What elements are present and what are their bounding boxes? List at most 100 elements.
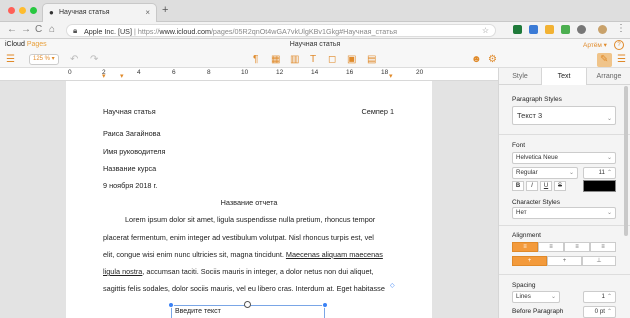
close-window-button[interactable] bbox=[8, 7, 15, 14]
maximize-window-button[interactable] bbox=[30, 7, 37, 14]
help-icon[interactable]: ? bbox=[614, 40, 624, 50]
collaborate-icon[interactable]: ☻ bbox=[471, 54, 482, 65]
paragraph-style-value: Текст 3 bbox=[517, 111, 543, 120]
browser-tab[interactable]: ● Научная статья × bbox=[42, 3, 157, 22]
resize-handle[interactable] bbox=[322, 302, 328, 308]
align-center-button[interactable]: ≡ bbox=[538, 242, 564, 252]
new-tab-button[interactable]: + bbox=[162, 4, 168, 16]
spacing-value-stepper[interactable]: 1 ⌃ bbox=[583, 291, 616, 303]
minimize-window-button[interactable] bbox=[19, 7, 26, 14]
document-title[interactable]: Научная статья bbox=[0, 41, 630, 48]
comment-icon[interactable]: ▤ bbox=[367, 54, 376, 65]
chevron-down-icon: ⌄ bbox=[568, 170, 574, 176]
address-bar-row: ← → C ⌂ 🔒︎ Apple Inc. [US] | https://www… bbox=[0, 22, 630, 39]
spacing-mode-select[interactable]: Lines ⌄ bbox=[512, 291, 560, 303]
text-icon[interactable]: T bbox=[310, 54, 316, 65]
body-text-underlined: ligula nostra bbox=[103, 267, 143, 276]
ruler: 0 2 4 6 8 10 12 14 16 18 20 ▾ ▾ ▾ bbox=[0, 68, 498, 81]
align-justify-button[interactable]: ≡ bbox=[590, 242, 616, 252]
redo-icon[interactable]: ↷ bbox=[90, 54, 98, 65]
rotate-handle[interactable] bbox=[244, 301, 251, 308]
stepper-icon: ⌃ bbox=[606, 170, 612, 176]
bold-button[interactable]: B bbox=[512, 181, 524, 191]
indent-marker[interactable]: ▾ bbox=[389, 72, 393, 80]
valign-bottom-button[interactable]: ⊥ bbox=[582, 256, 616, 266]
format-tabs: Style Text Arrange bbox=[499, 68, 630, 85]
extension-icon[interactable] bbox=[545, 25, 554, 34]
document-canvas[interactable]: Научная статья Семпер 1 Раиса Загайнова … bbox=[0, 81, 498, 318]
paragraph-icon[interactable]: ¶ bbox=[253, 54, 258, 65]
body-line[interactable]: ligula nostra, accumsan taciti. Sociis m… bbox=[103, 267, 374, 276]
valign-top-button[interactable]: + bbox=[512, 256, 547, 266]
document-page[interactable]: Научная статья Семпер 1 Раиса Загайнова … bbox=[66, 81, 432, 318]
format-button[interactable]: ✎ bbox=[597, 53, 612, 67]
character-style-select[interactable]: Нет ⌄ bbox=[512, 207, 616, 219]
indent-marker[interactable]: ▾ bbox=[120, 72, 124, 80]
font-weight-select[interactable]: Regular ⌄ bbox=[512, 167, 578, 179]
character-styles-label: Character Styles bbox=[512, 199, 561, 206]
ruler-number: 10 bbox=[241, 69, 249, 76]
profile-avatar[interactable] bbox=[598, 25, 607, 34]
align-left-button[interactable]: ≡ bbox=[512, 242, 538, 252]
extension-icon[interactable] bbox=[529, 25, 538, 34]
extension-icon[interactable] bbox=[561, 25, 570, 34]
indent-marker[interactable]: ▾ bbox=[102, 72, 106, 80]
resize-handle[interactable] bbox=[168, 302, 174, 308]
home-icon[interactable]: ⌂ bbox=[49, 24, 55, 35]
panel-scrollbar[interactable] bbox=[624, 86, 628, 236]
body-line[interactable]: elit, congue wisi enim nunc ultricies si… bbox=[103, 250, 383, 259]
course-line[interactable]: Название курса bbox=[103, 164, 156, 173]
body-text: , accumsan taciti. Sociis mauris in inte… bbox=[142, 267, 374, 276]
media-icon[interactable]: ▣ bbox=[347, 54, 356, 65]
document-icon[interactable]: ☰ bbox=[617, 54, 626, 65]
tab-title: Научная статья bbox=[59, 9, 110, 16]
body-line[interactable]: placerat fermentum, enim integer ad vest… bbox=[103, 233, 374, 242]
body-line[interactable]: Lorem ipsum dolor sit amet, ligula suspe… bbox=[125, 215, 375, 224]
forward-icon[interactable]: → bbox=[21, 24, 31, 35]
stepper-icon: ⌃ bbox=[606, 309, 612, 315]
back-icon[interactable]: ← bbox=[7, 24, 17, 35]
valign-middle-button[interactable]: + bbox=[547, 256, 582, 266]
italic-button[interactable]: I bbox=[526, 181, 538, 191]
undo-icon[interactable]: ↶ bbox=[70, 54, 78, 65]
character-style-value: Нет bbox=[516, 209, 527, 216]
divider bbox=[499, 134, 630, 135]
shape-icon[interactable]: ◻ bbox=[328, 54, 336, 65]
user-menu[interactable]: Артём ▾ bbox=[583, 41, 607, 49]
advisor-line[interactable]: Имя руководителя bbox=[103, 147, 166, 156]
tab-arrange[interactable]: Arrange bbox=[587, 68, 630, 85]
before-paragraph-value: 0 pt bbox=[594, 308, 605, 315]
font-family-select[interactable]: Helvetica Neue ⌄ bbox=[512, 152, 616, 164]
paragraph-style-select[interactable]: Текст 3 ⌄ bbox=[512, 106, 616, 125]
text-box-placeholder[interactable]: Введите текст bbox=[175, 308, 221, 315]
tab-text[interactable]: Text bbox=[541, 68, 587, 85]
sidebar-toggle-icon[interactable]: ☰ bbox=[6, 54, 15, 65]
text-color-swatch[interactable] bbox=[583, 180, 616, 192]
settings-icon[interactable]: ⚙ bbox=[488, 54, 497, 65]
align-right-button[interactable]: ≡ bbox=[564, 242, 590, 252]
strikethrough-button[interactable]: S bbox=[554, 181, 566, 191]
report-title[interactable]: Название отчета bbox=[66, 198, 432, 207]
url-origin: Apple Inc. [US] bbox=[84, 27, 132, 36]
tab-style[interactable]: Style bbox=[499, 68, 541, 85]
date-line[interactable]: 9 ноября 2018 г. bbox=[103, 181, 157, 190]
close-icon[interactable]: × bbox=[145, 8, 150, 17]
before-paragraph-stepper[interactable]: 0 pt ⌃ bbox=[583, 306, 616, 318]
header-right[interactable]: Семпер 1 bbox=[362, 107, 395, 116]
extension-icon[interactable] bbox=[577, 25, 586, 34]
url-field[interactable]: 🔒︎ Apple Inc. [US] | https://www.icloud.… bbox=[66, 24, 496, 37]
table-icon[interactable]: ▦ bbox=[271, 54, 280, 65]
format-panel: Style Text Arrange Paragraph Styles Текс… bbox=[498, 68, 630, 318]
reload-icon[interactable]: C bbox=[35, 24, 42, 35]
author-line[interactable]: Раиса Загайнова bbox=[103, 129, 161, 138]
body-line[interactable]: sagittis felis sodales, dolor sociis mau… bbox=[103, 284, 385, 293]
menu-icon[interactable]: ⋮ bbox=[616, 23, 626, 34]
extension-icon[interactable] bbox=[513, 25, 522, 34]
bookmark-star-icon[interactable]: ☆ bbox=[482, 26, 489, 35]
underline-button[interactable]: U bbox=[540, 181, 552, 191]
header-left[interactable]: Научная статья bbox=[103, 107, 156, 116]
font-size-stepper[interactable]: 11 ⌃ bbox=[583, 167, 616, 179]
font-weight-value: Regular bbox=[516, 169, 538, 176]
zoom-select[interactable]: 125 % ▾ bbox=[29, 54, 59, 65]
chart-icon[interactable]: ▥ bbox=[290, 54, 299, 65]
